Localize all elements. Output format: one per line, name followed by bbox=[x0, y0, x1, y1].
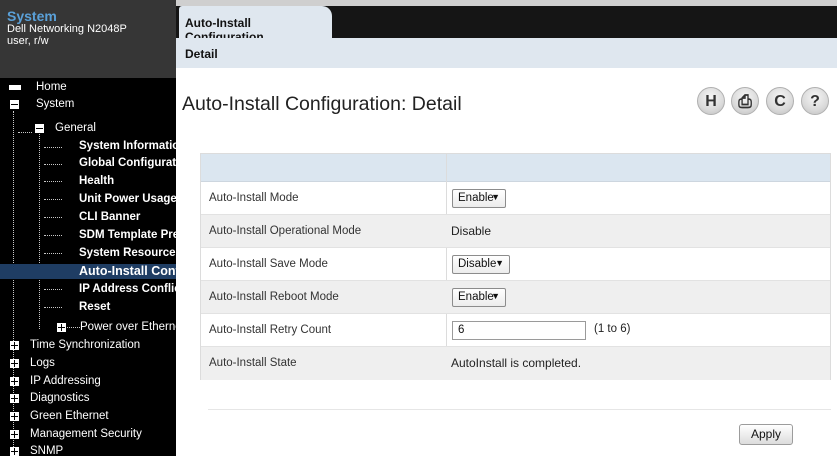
expand-icon[interactable] bbox=[10, 412, 19, 421]
form-header bbox=[201, 154, 830, 182]
sidebar-item-label: Management Security bbox=[30, 428, 142, 440]
main-content: Auto-Install Configuration Detail Auto-I… bbox=[176, 0, 837, 456]
sidebar-item-global-configuration[interactable]: Global Configuration bbox=[0, 156, 176, 171]
collapse-icon[interactable] bbox=[10, 100, 19, 109]
sidebar-item-label: Home bbox=[36, 81, 67, 93]
app-root: System Dell Networking N2048P user, r/w … bbox=[0, 0, 837, 456]
sidebar-item-label: IP Address Conflict bbox=[79, 283, 176, 295]
sidebar-item-health[interactable]: Health bbox=[0, 174, 176, 189]
expand-icon[interactable] bbox=[10, 430, 19, 439]
sidebar-item-label: SNMP bbox=[30, 445, 64, 456]
sidebar-item-ip-addressing[interactable]: IP Addressing bbox=[0, 374, 176, 389]
tab-bar: Auto-Install Configuration bbox=[176, 0, 837, 44]
device-name: Dell Networking N2048P bbox=[7, 23, 127, 35]
retry-count-range: (1 to 6) bbox=[594, 323, 631, 335]
form-row-state: Auto-Install State AutoInstall is comple… bbox=[201, 347, 830, 380]
sidebar-title: System bbox=[7, 8, 57, 24]
select-value: Disable bbox=[458, 258, 497, 270]
sidebar-item-label: System Resources bbox=[79, 247, 176, 259]
sidebar-item-green-ethernet[interactable]: Green Ethernet bbox=[0, 409, 176, 424]
help-icon[interactable]: ? bbox=[801, 87, 829, 115]
sidebar-item-label: Reset bbox=[79, 301, 111, 313]
sidebar-item-label: General bbox=[55, 122, 96, 134]
expand-icon[interactable] bbox=[10, 394, 19, 403]
field-label: Auto-Install State bbox=[209, 357, 297, 369]
expand-icon[interactable] bbox=[57, 323, 66, 332]
operational-mode-value: Disable bbox=[451, 224, 492, 238]
refresh-icon[interactable]: C bbox=[766, 87, 794, 115]
subtab-detail[interactable]: Detail bbox=[185, 47, 218, 61]
form-row-operational-mode: Auto-Install Operational Mode Disable bbox=[201, 215, 830, 248]
sidebar-item-diagnostics[interactable]: Diagnostics bbox=[0, 391, 176, 406]
sidebar-item-reset[interactable]: Reset bbox=[0, 300, 176, 315]
form-row-auto-install-mode: Auto-Install Mode Enable ▼ bbox=[201, 182, 830, 215]
sidebar-item-general[interactable]: General bbox=[0, 121, 176, 136]
sidebar-item-auto-install-configuration[interactable]: Auto-Install Configuration bbox=[0, 264, 176, 279]
home-icon bbox=[9, 85, 21, 90]
footer-divider bbox=[208, 409, 831, 410]
auto-install-mode-select[interactable]: Enable ▼ bbox=[452, 189, 506, 208]
sidebar-item-label: Health bbox=[79, 175, 115, 187]
sidebar: System Dell Networking N2048P user, r/w … bbox=[0, 0, 176, 456]
sidebar-item-time-synchronization[interactable]: Time Synchronization bbox=[0, 338, 176, 353]
sidebar-item-label: CLI Banner bbox=[79, 211, 141, 223]
sidebar-item-label: Logs bbox=[30, 357, 55, 369]
sidebar-item-label: Power over Ethernet bbox=[80, 321, 176, 333]
page-title: Auto-Install Configuration: Detail bbox=[182, 93, 462, 115]
sidebar-item-label: Global Configuration bbox=[79, 157, 176, 169]
subtab-bar: Detail bbox=[176, 38, 837, 68]
field-label: Auto-Install Mode bbox=[209, 192, 299, 204]
dropdown-arrow-icon: ▼ bbox=[495, 258, 504, 268]
sidebar-item-home[interactable]: Home bbox=[0, 80, 176, 95]
sidebar-item-snmp[interactable]: SNMP bbox=[0, 444, 176, 456]
sidebar-item-label: Time Synchronization bbox=[30, 339, 141, 351]
sidebar-item-label: Unit Power Usage History bbox=[79, 193, 176, 205]
save-icon[interactable]: H bbox=[697, 87, 725, 115]
select-value: Enable bbox=[458, 192, 494, 204]
field-label: Auto-Install Operational Mode bbox=[209, 225, 362, 237]
field-label: Auto-Install Retry Count bbox=[209, 324, 332, 336]
expand-icon[interactable] bbox=[10, 447, 19, 456]
sidebar-item-label: IP Addressing bbox=[30, 375, 101, 387]
sidebar-item-label: SDM Template Preference bbox=[79, 229, 176, 241]
form-row-reboot-mode: Auto-Install Reboot Mode Enable ▼ bbox=[201, 281, 830, 314]
sidebar-item-system-information[interactable]: System Information bbox=[0, 139, 176, 154]
sidebar-item-label: System bbox=[36, 98, 75, 110]
sidebar-item-power-over-ethernet[interactable]: Power over Ethernet bbox=[0, 320, 176, 335]
sidebar-item-label: Diagnostics bbox=[30, 392, 90, 404]
auto-install-state-value: AutoInstall is completed. bbox=[451, 356, 582, 370]
sidebar-item-logs[interactable]: Logs bbox=[0, 356, 176, 371]
form-row-retry-count: Auto-Install Retry Count 6 (1 to 6) bbox=[201, 314, 830, 347]
sidebar-header: System Dell Networking N2048P user, r/w bbox=[0, 0, 176, 78]
expand-icon[interactable] bbox=[10, 341, 19, 350]
field-label: Auto-Install Save Mode bbox=[209, 258, 328, 270]
sidebar-item-sdm-template[interactable]: SDM Template Preference bbox=[0, 228, 176, 243]
select-value: Enable bbox=[458, 291, 494, 303]
sidebar-item-label: System Information bbox=[79, 140, 176, 152]
sidebar-item-label: Green Ethernet bbox=[30, 410, 109, 422]
dropdown-arrow-icon: ▼ bbox=[491, 291, 500, 301]
expand-icon[interactable] bbox=[10, 359, 19, 368]
reboot-mode-select[interactable]: Enable ▼ bbox=[452, 288, 506, 307]
dropdown-arrow-icon: ▼ bbox=[491, 192, 500, 202]
detail-form: Auto-Install Mode Enable ▼ Auto-Install … bbox=[200, 153, 831, 380]
tab-auto-install-configuration[interactable]: Auto-Install Configuration bbox=[179, 6, 332, 44]
save-mode-select[interactable]: Disable ▼ bbox=[452, 255, 510, 274]
apply-button[interactable]: Apply bbox=[739, 424, 793, 445]
sidebar-item-system[interactable]: System bbox=[0, 97, 176, 112]
sidebar-item-cli-banner[interactable]: CLI Banner bbox=[0, 210, 176, 225]
user-role: user, r/w bbox=[7, 35, 49, 47]
retry-count-input[interactable]: 6 bbox=[452, 321, 586, 340]
form-row-save-mode: Auto-Install Save Mode Disable ▼ bbox=[201, 248, 830, 281]
expand-icon[interactable] bbox=[10, 377, 19, 386]
sidebar-item-ip-address-conflict[interactable]: IP Address Conflict bbox=[0, 282, 176, 297]
sidebar-item-label: Auto-Install Configuration bbox=[79, 264, 176, 278]
print-icon[interactable]: ⎙ bbox=[731, 87, 759, 115]
sidebar-item-management-security[interactable]: Management Security bbox=[0, 427, 176, 442]
field-label: Auto-Install Reboot Mode bbox=[209, 291, 339, 303]
sidebar-item-system-resources[interactable]: System Resources bbox=[0, 246, 176, 261]
sidebar-item-unit-power-usage[interactable]: Unit Power Usage History bbox=[0, 192, 176, 207]
collapse-icon[interactable] bbox=[35, 124, 44, 133]
